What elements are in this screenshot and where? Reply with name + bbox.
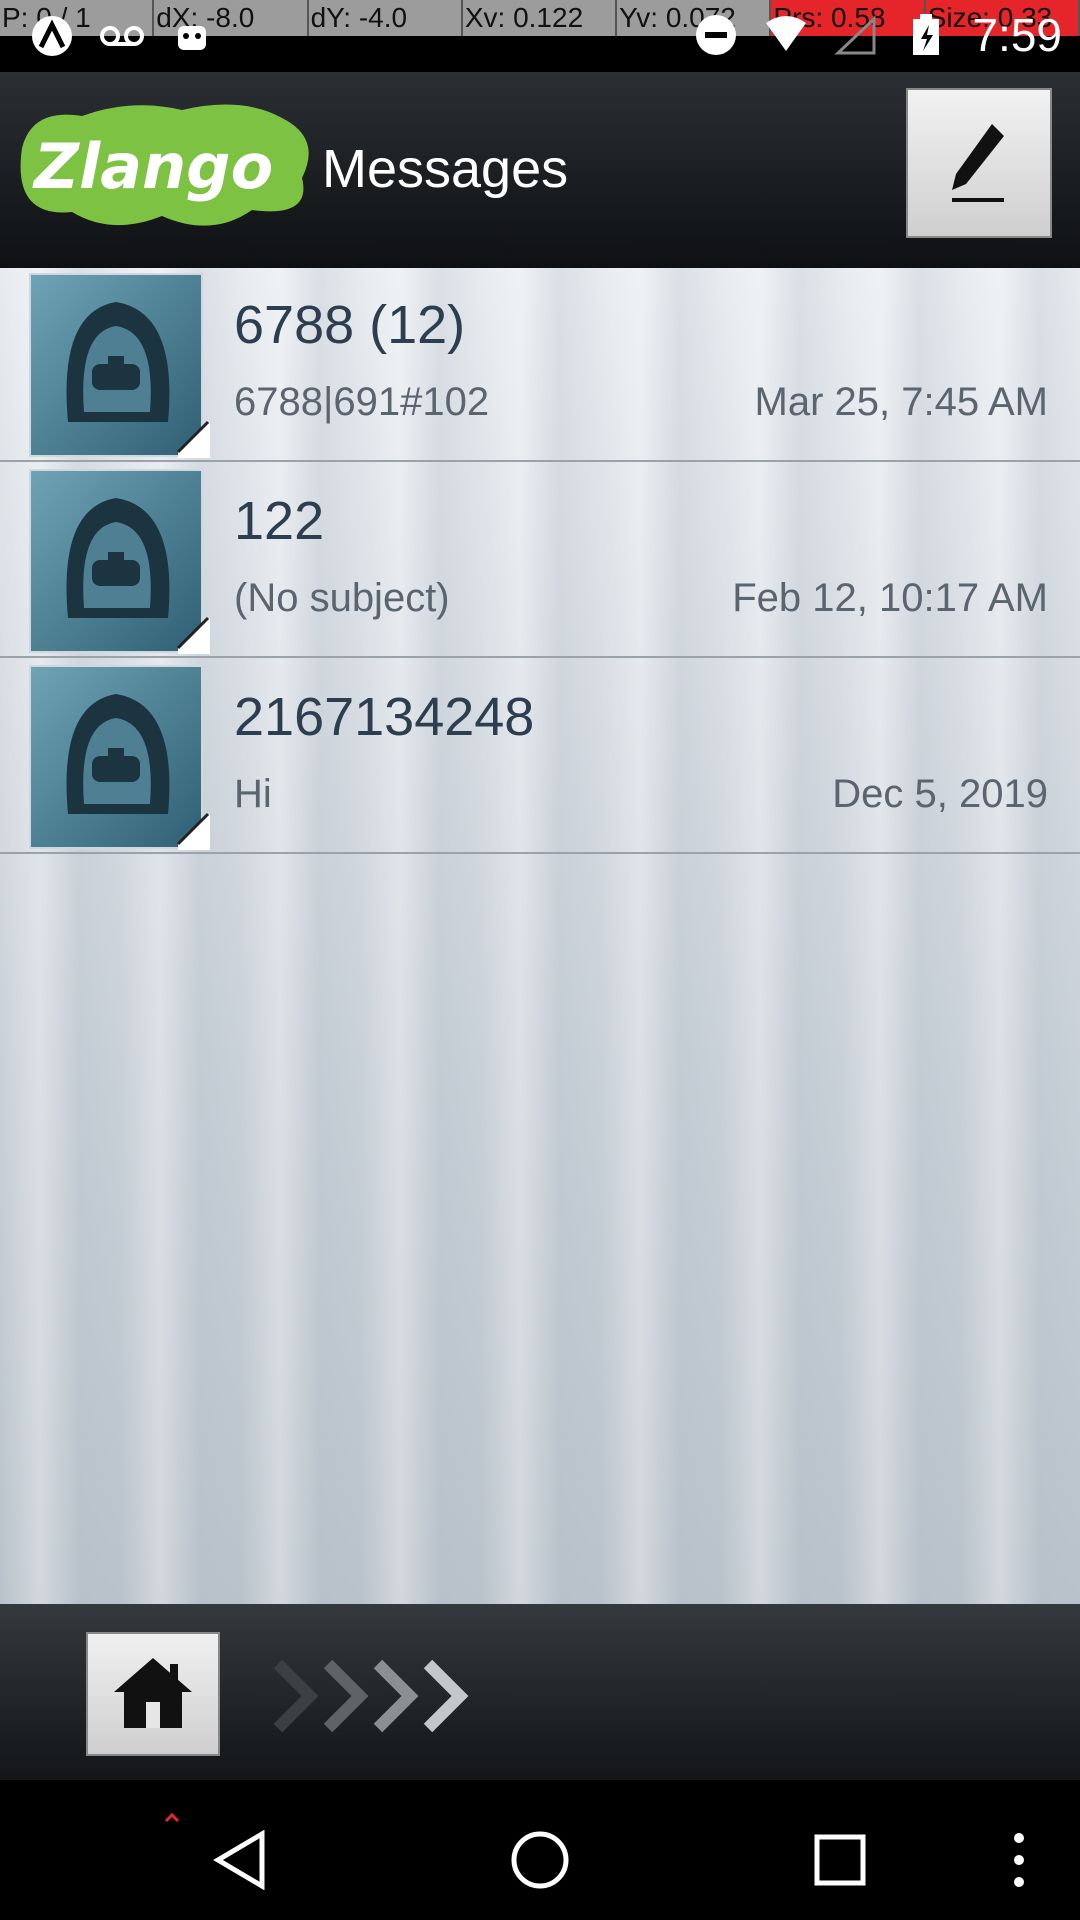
- contact-avatar[interactable]: [28, 664, 212, 850]
- home-icon: [108, 1652, 198, 1737]
- contact-avatar[interactable]: [28, 468, 212, 654]
- app-header: Zlango Messages: [0, 72, 1080, 268]
- bottom-toolbar: [0, 1604, 1080, 1780]
- system-nav-bar: [0, 1780, 1080, 1920]
- conversation-date: Mar 25, 7:45 AM: [754, 380, 1048, 424]
- conversation-sender: 122: [234, 491, 325, 551]
- app-icon: [28, 12, 76, 60]
- compose-button[interactable]: [906, 88, 1052, 238]
- zlango-logo: Zlango: [12, 88, 322, 238]
- status-icons-left: [28, 12, 216, 60]
- pointer-marker-icon: [164, 1810, 180, 1828]
- conversation-sender: 6788 (12): [234, 295, 466, 355]
- chevrons-right-icon[interactable]: [268, 1656, 498, 1736]
- back-icon[interactable]: [210, 1829, 270, 1895]
- conversation-row[interactable]: 6788 (12) 6788|691#102 Mar 25, 7:45 AM: [0, 268, 1080, 462]
- logo-text: Zlango: [32, 130, 273, 203]
- home-button[interactable]: [86, 1632, 220, 1756]
- conversation-date: Dec 5, 2019: [832, 772, 1048, 816]
- conversation-row[interactable]: 2167134248 Hi Dec 5, 2019: [0, 660, 1080, 854]
- do-not-disturb-icon: [692, 11, 740, 59]
- debug-dy: dY: -4.0: [309, 0, 463, 36]
- conversation-sender: 2167134248: [234, 687, 535, 747]
- debug-xv: Xv: 0.122: [463, 0, 618, 36]
- conversation-preview: Hi: [234, 772, 272, 816]
- signal-icon: [832, 11, 880, 59]
- battery-icon: [902, 11, 950, 59]
- home-circle-icon[interactable]: [510, 1830, 570, 1895]
- page-title: Messages: [322, 139, 569, 199]
- conversation-preview: (No subject): [234, 576, 450, 620]
- conversation-row[interactable]: 122 (No subject) Feb 12, 10:17 AM: [0, 464, 1080, 658]
- wifi-icon: [762, 11, 810, 59]
- contact-avatar[interactable]: [28, 272, 212, 458]
- recents-icon[interactable]: [814, 1834, 866, 1891]
- pencil-icon: [944, 116, 1014, 211]
- status-icons-right: 7:59: [692, 8, 1062, 62]
- conversation-date: Feb 12, 10:17 AM: [732, 576, 1048, 620]
- voicemail-icon: [98, 12, 146, 60]
- android-icon: [168, 12, 216, 60]
- menu-icon[interactable]: [1004, 1830, 1034, 1895]
- conversation-preview: 6788|691#102: [234, 380, 490, 424]
- conversation-list: 6788 (12) 6788|691#102 Mar 25, 7:45 AM 1…: [0, 268, 1080, 1604]
- status-clock: 7:59: [972, 9, 1062, 61]
